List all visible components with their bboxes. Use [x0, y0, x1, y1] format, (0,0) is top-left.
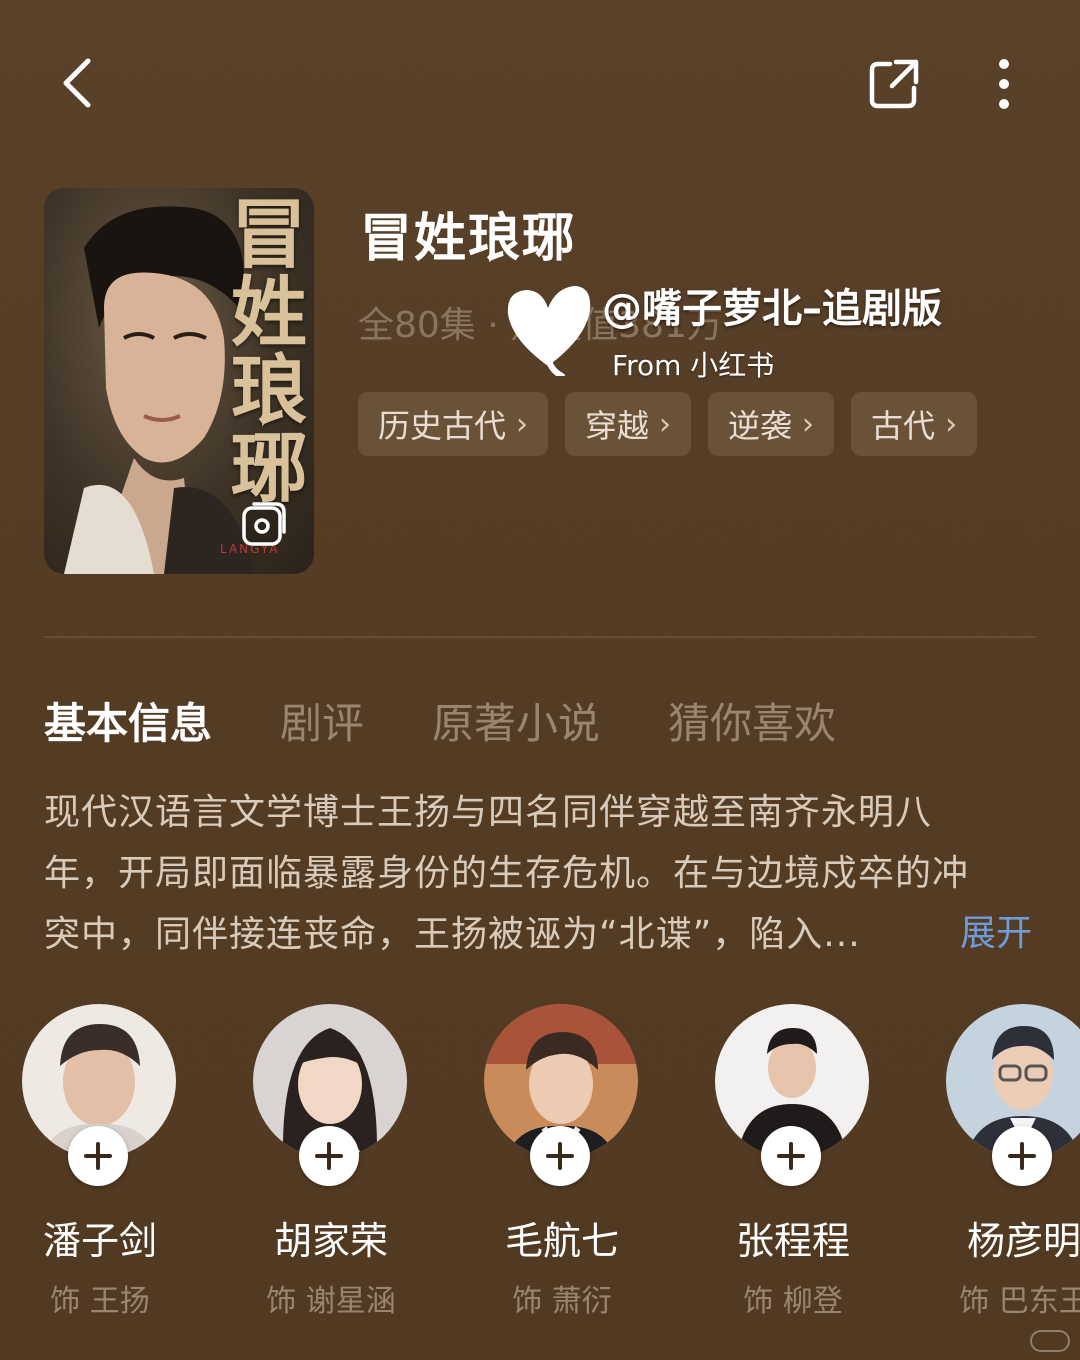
gallery-icon[interactable]	[240, 500, 288, 548]
share-button[interactable]	[862, 52, 926, 116]
watermark-handle: @嘴子萝北–追剧版	[602, 286, 942, 332]
cast-role: 饰 萧衍	[512, 1284, 612, 1319]
cast-name: 张程程	[735, 1219, 850, 1263]
plus-icon	[777, 1142, 805, 1170]
tag-time-travel[interactable]: 穿越 ›	[565, 392, 692, 456]
poster-title-art: 冒姓琅琊	[218, 194, 307, 506]
synopsis-line: 年，开局即面临暴露身份的生存危机。在与边境戍卒的冲	[44, 853, 970, 894]
tab-original-novel[interactable]: 原著小说	[432, 690, 600, 751]
chevron-left-icon	[63, 58, 91, 108]
follow-button[interactable]	[530, 1126, 590, 1186]
synopsis-line: 现代汉语言文学博士王扬与四名同伴穿越至南齐永明八	[44, 792, 933, 833]
tab-reviews[interactable]: 剧评	[280, 690, 364, 751]
follow-button[interactable]	[299, 1126, 359, 1186]
chevron-right-icon: ›	[659, 406, 672, 442]
chevron-right-icon: ›	[945, 406, 958, 442]
chevron-right-icon: ›	[802, 406, 815, 442]
cast-name: 毛航七	[504, 1219, 619, 1263]
cast-role: 饰 谢星涵	[266, 1284, 396, 1319]
follow-button[interactable]	[68, 1126, 128, 1186]
chevron-right-icon: ›	[516, 406, 529, 442]
watermark-source: From 小红书	[612, 349, 775, 382]
drama-title: 冒姓琅琊	[360, 209, 577, 269]
cast-list: 潘子剑 饰 王扬 胡家荣 饰 谢星涵 毛航七 饰 萧衍 张程程 饰 柳登 杨彦明…	[0, 1004, 1080, 1334]
tab-recommendations[interactable]: 猜你喜欢	[668, 690, 836, 751]
tag-label: 穿越	[585, 407, 650, 445]
section-divider	[44, 636, 1036, 638]
tab-basic-info[interactable]: 基本信息	[44, 690, 212, 751]
tag-history-ancient[interactable]: 历史古代 ›	[358, 392, 549, 456]
follow-button[interactable]	[992, 1126, 1052, 1186]
tag-label: 历史古代	[378, 407, 507, 445]
plus-icon	[84, 1142, 112, 1170]
cast-role: 饰 王扬	[50, 1284, 150, 1319]
share-external-icon	[869, 59, 919, 109]
cast-role: 饰 柳登	[743, 1284, 843, 1319]
back-button[interactable]	[48, 50, 108, 116]
genre-tags: 历史古代 › 穿越 › 逆袭 › 古代 ›	[358, 392, 978, 456]
tag-ancient[interactable]: 古代 ›	[851, 392, 978, 456]
more-button[interactable]	[978, 52, 1030, 116]
tag-comeback[interactable]: 逆袭 ›	[708, 392, 835, 456]
more-vertical-icon	[999, 59, 1009, 109]
cast-name: 胡家荣	[273, 1219, 388, 1263]
tag-label: 古代	[871, 407, 936, 445]
plus-icon	[546, 1142, 574, 1170]
synopsis-line: 突中，同伴接连丧命，王扬被诬为“北谍”，陷入...	[44, 914, 861, 955]
plus-icon	[1008, 1142, 1036, 1170]
corner-badge	[1030, 1330, 1070, 1352]
synopsis: 现代汉语言文学博士王扬与四名同伴穿越至南齐永明八 年，开局即面临暴露身份的生存危…	[44, 782, 1044, 965]
plus-icon	[315, 1142, 343, 1170]
cast-name: 潘子剑	[42, 1219, 157, 1263]
follow-button[interactable]	[761, 1126, 821, 1186]
cast-name: 杨彦明	[966, 1219, 1080, 1263]
detail-tabs: 基本信息 剧评 原著小说 猜你喜欢	[44, 690, 904, 750]
cast-role: 饰 巴东王	[959, 1284, 1080, 1319]
tag-label: 逆袭	[728, 407, 793, 445]
heart-icon	[507, 286, 591, 376]
expand-link[interactable]: 展开	[960, 904, 1032, 956]
top-bar	[0, 0, 1080, 170]
